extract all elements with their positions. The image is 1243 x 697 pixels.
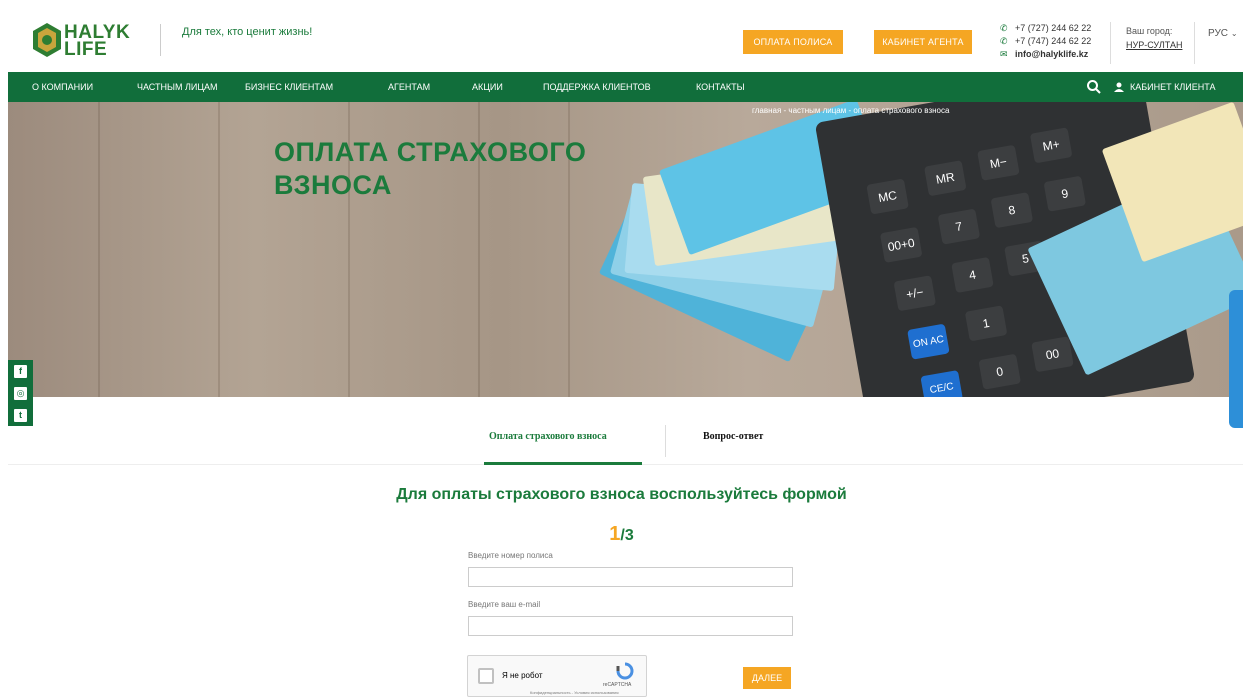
feedback-tab[interactable] bbox=[1229, 290, 1243, 428]
policy-number-input[interactable] bbox=[468, 567, 793, 587]
contacts: ✆ +7 (727) 244 62 22 ✆ +7 (747) 244 62 22 … bbox=[1000, 22, 1091, 61]
pay-policy-button[interactable]: ОПЛАТА ПОЛИСА bbox=[743, 30, 843, 54]
nav-item-agents[interactable]: АГЕНТАМ bbox=[388, 72, 430, 102]
divider bbox=[1194, 22, 1195, 64]
phone-icon: ✆ bbox=[1000, 36, 1008, 46]
logo-text: HALYK LIFE bbox=[64, 23, 130, 60]
page: HALYK LIFE Для тех, кто ценит жизнь! ОПЛ… bbox=[0, 0, 1243, 697]
tab-divider bbox=[665, 425, 666, 457]
phone-2[interactable]: +7 (747) 244 62 22 bbox=[1015, 35, 1091, 48]
nav-item-support[interactable]: ПОДДЕРЖКА КЛИЕНТОВ bbox=[543, 72, 651, 102]
wood-texture bbox=[218, 102, 220, 397]
user-icon bbox=[1114, 82, 1124, 92]
page-title-line2: ВЗНОСА bbox=[274, 170, 392, 200]
recaptcha-checkbox[interactable] bbox=[478, 668, 494, 684]
calc-key: 4 bbox=[951, 256, 994, 294]
tab-active-indicator bbox=[484, 462, 642, 465]
calc-key: ON AC bbox=[907, 323, 950, 360]
calc-key: 0 bbox=[978, 353, 1022, 390]
calc-key: CE/C bbox=[920, 369, 963, 397]
phone-icon: ✆ bbox=[1000, 23, 1008, 33]
recaptcha-widget: Я не робот reCAPTCHA Конфиденциальность … bbox=[467, 655, 647, 697]
step-indicator: 1/3 bbox=[0, 523, 1243, 546]
logo-emblem-icon bbox=[33, 23, 61, 57]
tab-payment[interactable]: Оплата страхового взноса bbox=[489, 431, 607, 442]
calc-key: 00 bbox=[1031, 336, 1074, 373]
email-label: Введите ваш e-mail bbox=[468, 600, 541, 609]
calc-key: 7 bbox=[937, 208, 981, 245]
policy-number-label: Введите номер полиса bbox=[468, 551, 553, 560]
main-nav: О КОМПАНИИ ЧАСТНЫМ ЛИЦАМ БИЗНЕС КЛИЕНТАМ… bbox=[8, 72, 1243, 102]
slogan: Для тех, кто ценит жизнь! bbox=[182, 26, 313, 38]
header: HALYK LIFE Для тех, кто ценит жизнь! ОПЛ… bbox=[8, 10, 1243, 72]
recaptcha-label: Я не робот bbox=[502, 671, 543, 680]
form-title: Для оплаты страхового взноса воспользуйт… bbox=[396, 486, 847, 503]
language-selector[interactable]: РУС ⌄ bbox=[1208, 28, 1238, 39]
recaptcha-terms[interactable]: Конфиденциальность - Условия использован… bbox=[530, 690, 619, 695]
logo-divider bbox=[160, 24, 161, 56]
city-selector[interactable]: Ваш город: НУР-СУЛТАН bbox=[1126, 24, 1182, 52]
nav-item-business[interactable]: БИЗНЕС КЛИЕНТАМ bbox=[245, 72, 333, 102]
step-total: /3 bbox=[620, 527, 634, 544]
language-label: РУС bbox=[1208, 28, 1229, 39]
step-current: 1 bbox=[609, 523, 621, 545]
tab-faq[interactable]: Вопрос-ответ bbox=[703, 431, 763, 442]
search-icon[interactable] bbox=[1086, 79, 1102, 95]
email-input[interactable] bbox=[468, 616, 793, 636]
calc-key: M+ bbox=[1029, 127, 1073, 164]
nav-item-contacts[interactable]: КОНТАКТЫ bbox=[696, 72, 745, 102]
logo-text-line2: LIFE bbox=[64, 39, 108, 60]
logo[interactable]: HALYK LIFE bbox=[30, 22, 145, 62]
calc-key: +/− bbox=[893, 275, 937, 312]
facebook-icon[interactable]: f bbox=[8, 360, 33, 382]
divider bbox=[1110, 22, 1111, 64]
breadcrumb[interactable]: главная - частным лицам - оплата страхов… bbox=[752, 106, 949, 115]
nav-item-individuals[interactable]: ЧАСТНЫМ ЛИЦАМ bbox=[137, 72, 218, 102]
recaptcha-brand: reCAPTCHA bbox=[603, 682, 632, 688]
calc-key: MC bbox=[866, 178, 909, 215]
nav-item-about[interactable]: О КОМПАНИИ bbox=[32, 72, 93, 102]
email-link[interactable]: info@halyklife.kz bbox=[1015, 48, 1088, 61]
page-title-line1: ОПЛАТА СТРАХОВОГО bbox=[274, 137, 587, 167]
calc-key: 00+0 bbox=[879, 226, 923, 263]
calc-key: MR bbox=[923, 160, 967, 197]
instagram-icon[interactable]: ◎ bbox=[8, 382, 33, 404]
hero-banner: MC MR M− M+ 00+0 7 8 9 +/− 4 5 ON AC 1 C… bbox=[8, 102, 1243, 397]
agent-cabinet-button[interactable]: КАБИНЕТ АГЕНТА bbox=[874, 30, 972, 54]
city-value[interactable]: НУР-СУЛТАН bbox=[1126, 38, 1182, 52]
mail-icon: ✉ bbox=[1000, 49, 1008, 59]
client-cabinet-label: КАБИНЕТ КЛИЕНТА bbox=[1130, 82, 1216, 92]
recaptcha-icon bbox=[616, 662, 634, 680]
facebook-glyph: f bbox=[14, 364, 27, 378]
calc-key: M− bbox=[977, 144, 1020, 181]
tabs: Оплата страхового взноса Вопрос-ответ bbox=[8, 417, 1243, 465]
phone-1[interactable]: +7 (727) 244 62 22 bbox=[1015, 22, 1091, 35]
calc-key: 9 bbox=[1043, 175, 1087, 212]
chevron-down-icon: ⌄ bbox=[1230, 29, 1238, 38]
next-button[interactable]: ДАЛЕЕ bbox=[743, 667, 791, 689]
page-title: ОПЛАТА СТРАХОВОГО ВЗНОСА bbox=[274, 136, 586, 202]
wood-texture bbox=[98, 102, 100, 397]
calc-key: 1 bbox=[964, 305, 1008, 342]
calc-key: 8 bbox=[990, 192, 1034, 229]
nav-item-promotions[interactable]: АКЦИИ bbox=[472, 72, 503, 102]
city-label: Ваш город: bbox=[1126, 26, 1173, 36]
instagram-glyph: ◎ bbox=[14, 386, 27, 400]
client-cabinet-link[interactable]: КАБИНЕТ КЛИЕНТА bbox=[1114, 72, 1215, 102]
